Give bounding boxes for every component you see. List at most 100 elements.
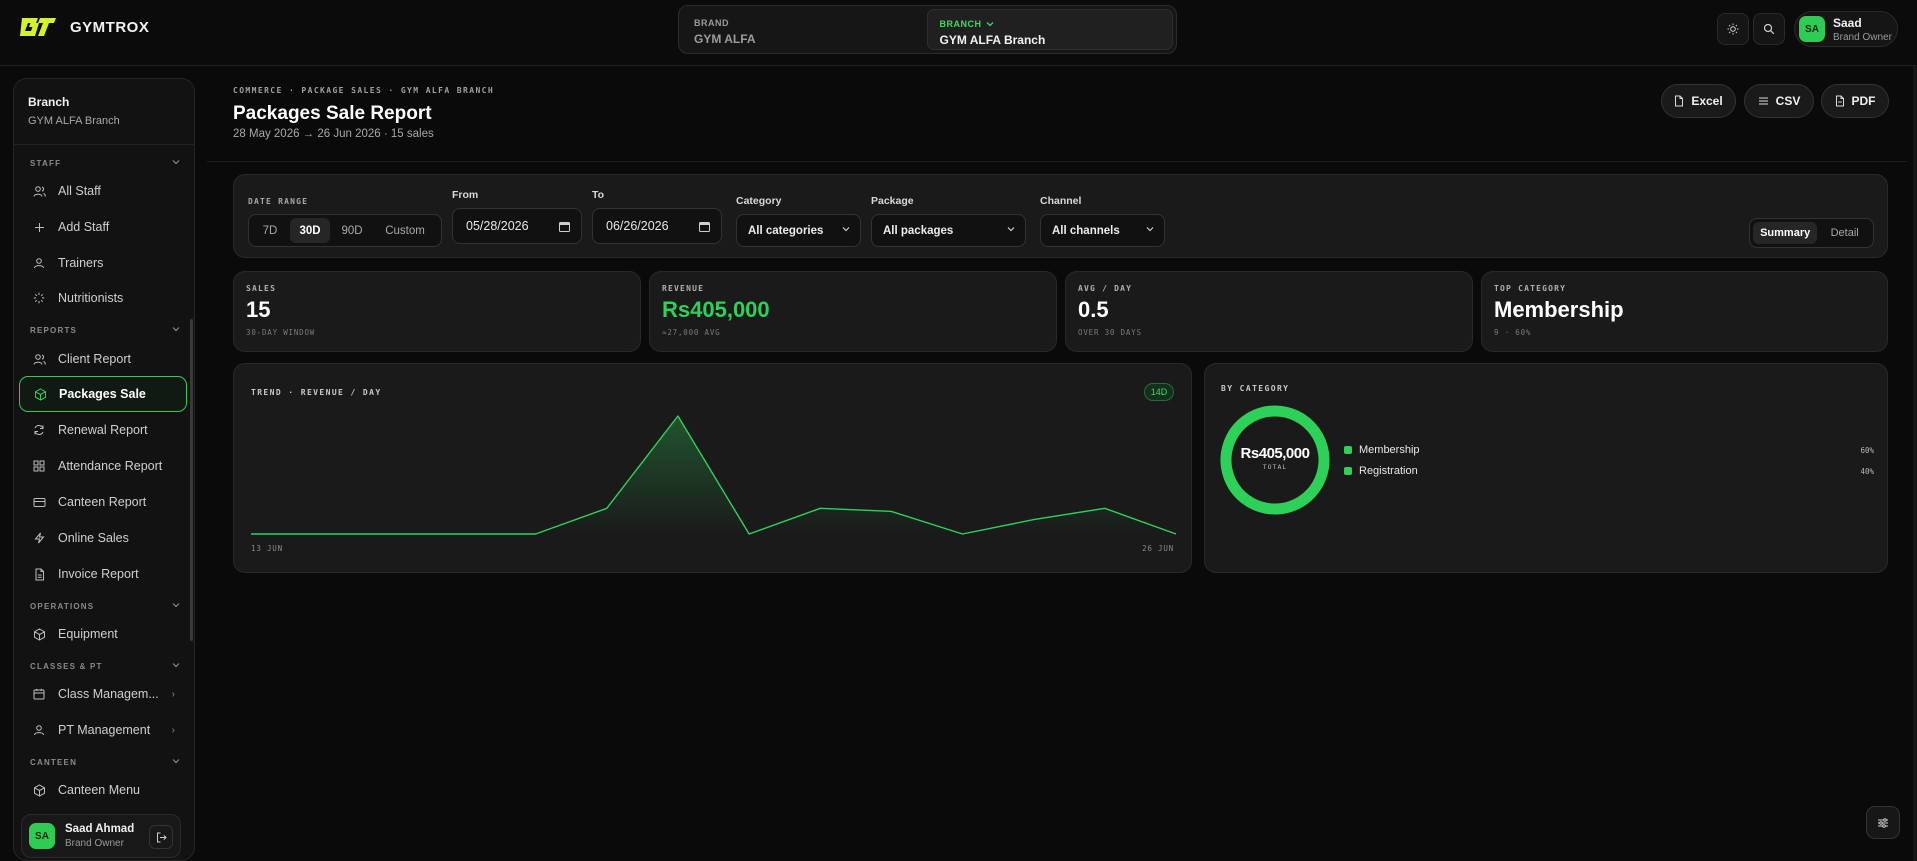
channel-label: Channel	[1040, 195, 1082, 207]
logout-button[interactable]	[149, 825, 173, 849]
category-select[interactable]: All categories	[736, 214, 861, 247]
page-title: Packages Sale Report	[233, 103, 432, 124]
stat-value: 0.5	[1078, 297, 1109, 322]
section-classes[interactable]: CLASSES & PT	[30, 662, 180, 671]
channel-select[interactable]: All channels	[1040, 214, 1165, 247]
from-date-input[interactable]: 05/28/2026	[452, 208, 582, 244]
gymtrox-logo-icon	[20, 18, 56, 36]
legend-pct: 60%	[1860, 445, 1874, 455]
range-30d-button[interactable]: 30D	[290, 218, 330, 243]
section-operations[interactable]: OPERATIONS	[30, 602, 180, 611]
page-scrollbar[interactable]	[1913, 66, 1917, 861]
branch-selector[interactable]: BRANCH GYM ALFA Branch	[926, 9, 1173, 50]
sidebar-item-class-management[interactable]: Class Managem... ›	[19, 676, 187, 712]
donut-total: Rs405,000 TOTAL	[1220, 445, 1330, 471]
to-date-input[interactable]: 06/26/2026	[592, 208, 722, 244]
sidebar-item-pt-management[interactable]: PT Management ›	[19, 712, 187, 748]
trend-point[interactable]	[247, 530, 255, 538]
trend-point[interactable]	[603, 504, 611, 512]
range-7d-button[interactable]: 7D	[252, 218, 288, 243]
trend-point[interactable]	[674, 412, 682, 420]
sidebar-item-label: All Staff	[58, 184, 101, 198]
package-icon	[33, 387, 47, 401]
trend-chart	[247, 412, 1180, 538]
calendar-icon[interactable]	[559, 221, 570, 232]
sidebar-item-packages-sale[interactable]: Packages Sale	[19, 376, 187, 412]
users-icon	[32, 184, 46, 198]
sidebar-scrollbar[interactable]	[190, 319, 193, 641]
logout-icon	[156, 832, 167, 842]
range-custom-button[interactable]: Custom	[374, 218, 436, 243]
trend-point[interactable]	[816, 504, 824, 512]
sidebar-item-trainers[interactable]: Trainers	[19, 245, 187, 281]
from-label: From	[452, 189, 479, 201]
section-operations-label: OPERATIONS	[30, 602, 95, 611]
sidebar-item-online-sales[interactable]: Online Sales	[19, 520, 187, 556]
trend-point[interactable]	[745, 530, 753, 538]
calendar-icon[interactable]	[699, 221, 710, 232]
zap-icon	[32, 531, 46, 545]
sidebar-item-nutritionists[interactable]: Nutritionists	[19, 280, 187, 316]
export-excel-button[interactable]: Excel	[1661, 84, 1736, 118]
trend-point[interactable]	[532, 530, 540, 538]
plus-icon	[32, 220, 46, 234]
stat-card-revenue: REVENUE Rs405,000 ≈27,000 AVG	[649, 271, 1057, 352]
trend-point[interactable]	[389, 530, 397, 538]
section-reports[interactable]: REPORTS	[30, 326, 180, 335]
sidebar-item-canteen-report[interactable]: Canteen Report	[19, 484, 187, 520]
sun-icon	[1727, 23, 1739, 35]
stat-label: AVG / DAY	[1078, 284, 1133, 293]
theme-toggle-button[interactable]	[1717, 13, 1749, 45]
search-button[interactable]	[1753, 13, 1785, 45]
category-label: Category	[736, 195, 782, 207]
sidebar-item-client-report[interactable]: Client Report	[19, 341, 187, 377]
sidebar-item-renewal-report[interactable]: Renewal Report	[19, 412, 187, 448]
legend-swatch	[1344, 446, 1352, 454]
stat-value: Membership	[1494, 297, 1624, 322]
package-select[interactable]: All packages	[871, 214, 1026, 247]
sidebar-item-label: Renewal Report	[58, 423, 148, 437]
sidebar-item-attendance-report[interactable]: Attendance Report	[19, 448, 187, 484]
trend-point[interactable]	[318, 530, 326, 538]
range-90d-button[interactable]: 90D	[332, 218, 372, 243]
chevron-down-icon	[172, 759, 180, 764]
legend-swatch	[1344, 467, 1352, 475]
section-staff[interactable]: STAFF	[30, 159, 180, 168]
category-select-value: All categories	[748, 224, 824, 237]
user-menu[interactable]: SA Saad Brand Owner	[1794, 11, 1898, 47]
brand-logo[interactable]: GYMTROX	[18, 14, 149, 40]
stat-card-top-category: TOP CATEGORY Membership 9 · 60%	[1481, 271, 1888, 352]
chevron-down-icon	[1007, 227, 1015, 232]
sidebar-item-equipment[interactable]: Equipment	[19, 616, 187, 652]
sidebar-item-label: Canteen Menu	[58, 783, 141, 797]
date-range-toggle: 7D 30D 90D Custom	[248, 214, 442, 247]
trend-point[interactable]	[1030, 516, 1038, 524]
sidebar-item-all-staff[interactable]: All Staff	[19, 173, 187, 209]
legend-name: Membership	[1359, 444, 1420, 456]
detail-view-button[interactable]: Detail	[1819, 222, 1870, 244]
trend-point[interactable]	[460, 530, 468, 538]
export-pdf-button[interactable]: PDF	[1821, 84, 1889, 118]
trend-point[interactable]	[1172, 530, 1180, 538]
sidebar-item-canteen-menu[interactable]: Canteen Menu	[19, 772, 187, 808]
sidebar-item-label: Equipment	[58, 627, 118, 641]
sidebar-item-label: Online Sales	[58, 531, 129, 545]
section-canteen[interactable]: CANTEEN	[30, 758, 180, 767]
brand-selector[interactable]: BRAND GYM ALFA	[682, 9, 927, 50]
section-canteen-label: CANTEEN	[30, 758, 78, 767]
export-csv-button[interactable]: CSV	[1744, 84, 1814, 118]
trend-point[interactable]	[1101, 504, 1109, 512]
chevron-right-icon: ›	[171, 688, 175, 700]
sidebar-user-card: SA Saad Ahmad Brand Owner	[21, 814, 181, 858]
sidebar-item-add-staff[interactable]: Add Staff	[19, 209, 187, 245]
refresh-icon	[32, 423, 46, 437]
x-axis-start-label: 13 JUN	[251, 544, 283, 553]
stat-note: ≈27,000 AVG	[662, 328, 721, 337]
sidebar-item-invoice-report[interactable]: Invoice Report	[19, 556, 187, 592]
by-category-card: BY CATEGORY Rs405,000 TOTAL Membership 6…	[1204, 363, 1888, 573]
summary-view-button[interactable]: Summary	[1753, 222, 1818, 244]
settings-fab-button[interactable]	[1866, 806, 1900, 839]
x-axis-end-label: 26 JUN	[1142, 544, 1174, 553]
trend-point[interactable]	[959, 530, 967, 538]
trend-point[interactable]	[887, 507, 895, 515]
